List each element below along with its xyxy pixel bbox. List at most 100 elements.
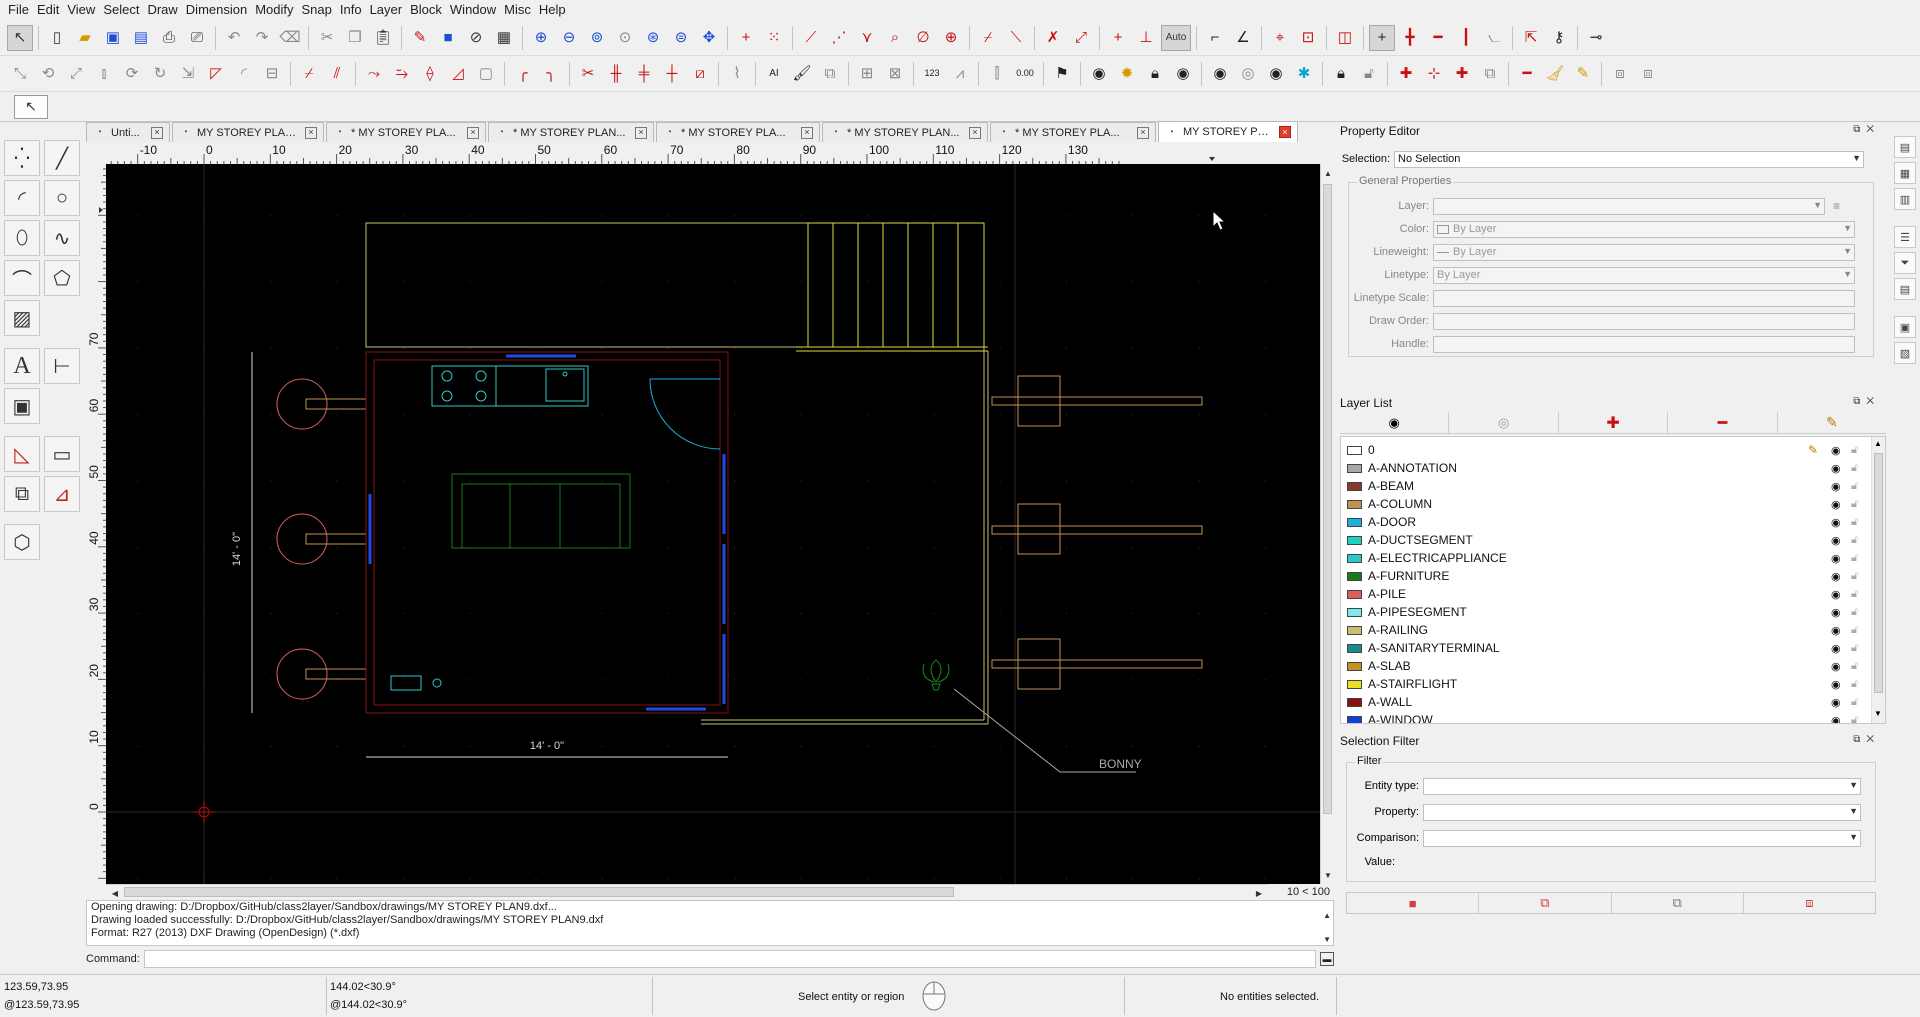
3d-box-tool-icon[interactable]: ⬡ <box>4 524 40 560</box>
clipboard-icon[interactable]: ▧ <box>1894 342 1916 364</box>
lengthen-icon[interactable]: ⤳ <box>361 61 387 87</box>
split-icon[interactable]: ╫ <box>603 61 629 87</box>
save-as-icon[interactable]: ▤ <box>128 25 154 51</box>
restrict-orthogonal-icon[interactable]: ┃ <box>1453 25 1479 51</box>
background-color-icon[interactable]: ■ <box>435 25 461 51</box>
block-list-icon[interactable]: ▦ <box>1894 162 1916 184</box>
eraser-icon[interactable]: ⌫ <box>277 25 303 51</box>
trim-icon[interactable]: ⌿ <box>296 61 322 87</box>
freeze-icon[interactable]: ✱ <box>1291 61 1317 87</box>
grid-toggle-icon[interactable]: ▦ <box>491 25 517 51</box>
restrict-angle-icon[interactable]: ⦦ <box>1481 25 1507 51</box>
fillet-2-icon[interactable]: ╮ <box>538 61 564 87</box>
property-combo[interactable]: ▼ <box>1423 803 1861 821</box>
layer-lock-icon[interactable]: 🔓︎ <box>1851 678 1858 691</box>
select-cursor-icon[interactable]: ↖ <box>14 94 48 119</box>
measure-tool-icon[interactable]: ▭ <box>44 436 80 472</box>
drawing-canvas[interactable]: BONNY 14' - 0" 14' - 0" <box>106 164 1320 884</box>
restriction-orthogonal-icon[interactable]: ⊥ <box>1133 25 1159 51</box>
layer-row[interactable]: A-ANNOTATION ◉ 🔓︎ <box>1341 459 1871 477</box>
dimension-tool-icon[interactable]: ⊢ <box>44 348 80 384</box>
vertical-scroll-thumb[interactable] <box>1323 184 1332 814</box>
close-tab-icon[interactable]: × <box>1137 126 1149 139</box>
align-icon[interactable]: ⊟ <box>259 61 285 87</box>
select-filter-add-icon[interactable]: ⧉ <box>1479 893 1612 913</box>
linetype-scale-field[interactable] <box>1433 289 1855 307</box>
reference-key-icon[interactable]: ⚷ <box>1546 25 1572 51</box>
tab-document-active[interactable]: ◔MY STOREY PLAN...× <box>1158 121 1298 142</box>
text-tool-button[interactable]: AI <box>761 61 787 87</box>
menu-window[interactable]: Window <box>446 0 500 20</box>
layer-visibility-eye-icon[interactable]: ◉ <box>1831 624 1841 637</box>
close-tab-icon[interactable]: × <box>801 126 813 139</box>
menu-file[interactable]: File <box>4 0 33 20</box>
dock-buttons[interactable]: ⧉✕ <box>1853 734 1880 745</box>
snap-grid-icon[interactable]: ⁙ <box>761 25 787 51</box>
break-out-icon[interactable]: ✂ <box>575 61 601 87</box>
snap-end-icon[interactable]: ⟋ <box>798 25 824 51</box>
layer-row[interactable]: A-SLAB ◉ 🔓︎ <box>1341 657 1871 675</box>
snap-middle-icon[interactable]: ⋰ <box>826 25 852 51</box>
snap-intersection-icon[interactable]: ⋎ <box>854 25 880 51</box>
modify-tool-icon[interactable]: ◺ <box>4 436 40 472</box>
layer-row[interactable]: 0 ✎ ◉ 🔓︎ <box>1341 441 1871 459</box>
tab-document[interactable]: ◔ * MY STOREY PLAN... × <box>488 122 654 142</box>
selection-combo[interactable]: No Selection ▼ <box>1394 150 1864 168</box>
select-filter-subtract-icon[interactable]: ⧉ <box>1612 893 1744 913</box>
menu-block[interactable]: Block <box>406 0 446 20</box>
command-input[interactable] <box>143 950 1316 968</box>
scroll-up-icon[interactable]: ▲ <box>1321 166 1335 180</box>
layer-visibility-eye-icon[interactable]: ◉ <box>1831 498 1841 511</box>
library-browser-icon[interactable]: ▤ <box>1894 136 1916 158</box>
layer-lock-icon[interactable]: 🔓︎ <box>1851 660 1858 673</box>
round-icon[interactable]: ◜ <box>231 61 257 87</box>
layer-combo[interactable]: ▼ <box>1433 197 1825 215</box>
restriction-horizontal-icon[interactable]: ⌐ <box>1202 25 1228 51</box>
undo-icon[interactable]: ↶ <box>221 25 247 51</box>
layer-list-icon[interactable]: ☰ <box>1894 226 1916 248</box>
split-2-icon[interactable]: ╪ <box>631 61 657 87</box>
menu-snap[interactable]: Snap <box>298 0 336 20</box>
history-scroll-down-icon[interactable]: ▼ <box>1323 933 1331 945</box>
dock-buttons[interactable]: ⧉✕ <box>1853 396 1880 407</box>
layer-visibility-icon[interactable]: ◉ <box>1170 61 1196 87</box>
layer-row[interactable]: A-FURNITURE ◉ 🔓︎ <box>1341 567 1871 585</box>
dimension-value-button[interactable]: 123 <box>919 61 945 87</box>
restriction-off-icon[interactable]: + <box>1105 25 1131 51</box>
layer-lock-icon[interactable]: 🔓︎ <box>1851 570 1858 583</box>
hide-all-layers-icon[interactable]: ◎ <box>1449 412 1559 433</box>
stretch-icon[interactable]: ⇲ <box>175 61 201 87</box>
shape-tool-icon[interactable]: ⬠ <box>44 260 80 296</box>
layer-clean-icon[interactable]: 🧹︎ <box>1542 61 1568 87</box>
copy-icon[interactable]: ❐ <box>342 25 368 51</box>
mirror-icon[interactable]: ⫾ <box>91 61 117 87</box>
layer-visibility-eye-icon[interactable]: ◉ <box>1831 606 1841 619</box>
zoom-window-icon[interactable]: ⊛ <box>640 25 666 51</box>
layer-lock-icon[interactable]: 🔓︎ <box>1851 642 1858 655</box>
layer-row[interactable]: A-STAIRFLIGHT ◉ 🔓︎ <box>1341 675 1871 693</box>
print-preview-icon[interactable]: ⎙ <box>156 25 182 51</box>
layer-visibility-eye-icon[interactable]: ◉ <box>1831 462 1841 475</box>
layer-visibility-eye-icon[interactable]: ◉ <box>1831 552 1841 565</box>
layer-row[interactable]: A-DUCTSEGMENT ◉ 🔓︎ <box>1341 531 1871 549</box>
line-tool-icon[interactable]: ╱ <box>44 140 80 176</box>
circle-tool-icon[interactable]: ○ <box>44 180 80 216</box>
snap-distance-icon[interactable]: ⤢ <box>1068 25 1094 51</box>
close-tab-icon[interactable]: × <box>635 126 647 139</box>
layer-lock-icon[interactable]: 🔓︎ <box>1851 516 1858 529</box>
remove-layer-icon[interactable]: ━ <box>1514 61 1540 87</box>
layer-row[interactable]: A-ELECTRICAPPLIANCE ◉ 🔓︎ <box>1341 549 1871 567</box>
zoom-auto-icon[interactable]: ⊚ <box>584 25 610 51</box>
edit-layer-icon[interactable]: ✎ <box>1570 61 1596 87</box>
snap-free-icon[interactable]: + <box>733 25 759 51</box>
rotate-2-icon[interactable]: ↻ <box>147 61 173 87</box>
menu-draw[interactable]: Draw <box>143 0 181 20</box>
fillet-icon[interactable]: ╭ <box>510 61 536 87</box>
properties-brush-icon[interactable]: 🖌︎ <box>789 61 815 87</box>
layer-state-2-icon[interactable]: ⧈ <box>1635 61 1661 87</box>
horizontal-scroll-thumb[interactable] <box>124 887 954 897</box>
scroll-up-icon[interactable]: ▲ <box>1874 439 1882 448</box>
close-tab-icon[interactable]: × <box>1279 126 1291 138</box>
paint-icon[interactable]: ⚑ <box>1049 61 1075 87</box>
tab-document[interactable]: ◔ * MY STOREY PLAN... × <box>822 122 988 142</box>
